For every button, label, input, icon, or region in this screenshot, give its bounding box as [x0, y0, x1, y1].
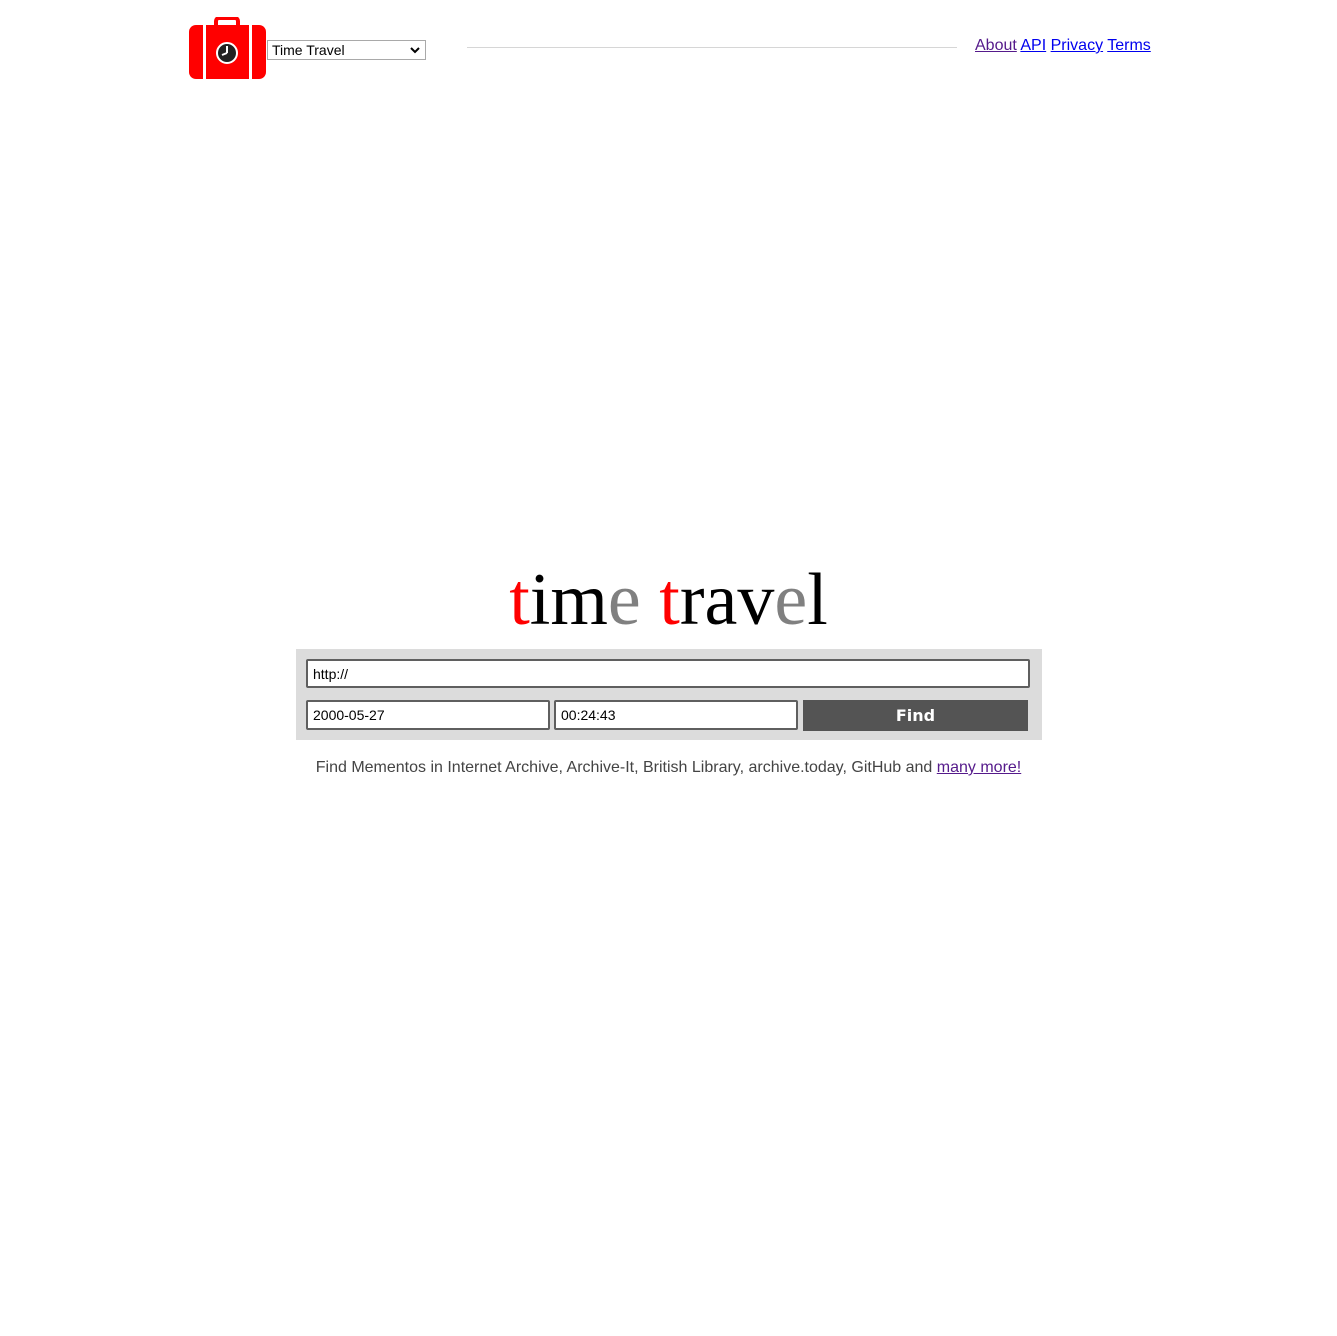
- nav-privacy-link[interactable]: Privacy: [1051, 37, 1103, 54]
- nav-api-link[interactable]: API: [1020, 37, 1046, 54]
- many-more-link[interactable]: many more!: [937, 759, 1021, 776]
- header-divider: [467, 47, 957, 48]
- title-letter-e2: e: [774, 559, 808, 641]
- mode-select-value: Time Travel: [272, 42, 345, 58]
- page-title: time travel: [0, 555, 1337, 645]
- date-input[interactable]: [306, 700, 550, 730]
- title-letter-e1: e: [607, 559, 641, 641]
- find-button[interactable]: Find: [803, 700, 1028, 731]
- title-letters-rav: rav: [679, 559, 775, 641]
- mode-select[interactable]: Time Travel: [267, 40, 426, 60]
- page: Time Travel About API Privacy Terms time…: [0, 0, 1337, 1336]
- url-input[interactable]: [306, 659, 1030, 688]
- top-nav: About API Privacy Terms: [975, 37, 1151, 55]
- title-letter-l: l: [807, 559, 828, 641]
- suitcase-clock-icon[interactable]: [189, 16, 266, 79]
- nav-about-link[interactable]: About: [975, 37, 1017, 54]
- archives-text: Find Mementos in Internet Archive, Archi…: [315, 759, 937, 776]
- title-letter-t1: t: [509, 559, 530, 641]
- chevron-down-icon: [409, 44, 421, 56]
- time-input[interactable]: [554, 700, 798, 730]
- title-space: [641, 559, 660, 641]
- nav-terms-link[interactable]: Terms: [1107, 37, 1151, 54]
- archives-description: Find Mementos in Internet Archive, Archi…: [0, 759, 1337, 777]
- title-letter-t2: t: [659, 559, 680, 641]
- search-panel: Find: [296, 649, 1042, 740]
- title-letters-im: im: [529, 559, 608, 641]
